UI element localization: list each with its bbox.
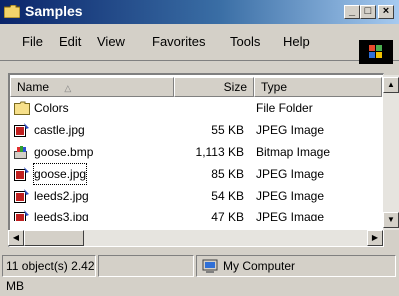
file-name: goose.bmp bbox=[34, 145, 94, 159]
minimize-button[interactable]: _ bbox=[344, 5, 360, 19]
menu-help[interactable]: Help bbox=[283, 24, 310, 60]
file-size: 1,113 KB bbox=[195, 145, 244, 159]
column-header-size[interactable]: Size bbox=[174, 77, 254, 97]
scroll-left-button[interactable]: ◀ bbox=[8, 230, 24, 246]
sort-ascending-icon: △ bbox=[64, 83, 72, 93]
list-item[interactable]: Colors File Folder bbox=[10, 98, 378, 118]
file-size: 54 KB bbox=[211, 189, 244, 203]
scroll-down-button[interactable]: ▼ bbox=[383, 212, 399, 228]
status-zone: My Computer bbox=[196, 255, 396, 277]
jpeg-icon bbox=[14, 189, 29, 203]
status-spacer bbox=[98, 255, 194, 277]
column-header-type[interactable]: Type bbox=[254, 77, 382, 97]
vertical-scrollbar[interactable] bbox=[383, 75, 399, 230]
jpeg-icon bbox=[14, 167, 29, 181]
folder-icon bbox=[14, 101, 30, 115]
file-type: JPEG Image bbox=[256, 123, 325, 137]
list-item[interactable]: goose.jpg 85 KB JPEG Image bbox=[10, 163, 378, 185]
list-item[interactable]: leeds3.jpg 47 KB JPEG Image bbox=[10, 207, 378, 221]
file-name: leeds3.jpg bbox=[34, 210, 89, 221]
horizontal-scroll-thumb[interactable] bbox=[24, 230, 84, 246]
status-count-text: 11 object(s) bbox=[6, 259, 68, 273]
file-size: 47 KB bbox=[211, 210, 244, 221]
file-type: JPEG Image bbox=[256, 189, 325, 203]
menu-view[interactable]: View bbox=[97, 24, 125, 60]
close-button[interactable]: × bbox=[378, 5, 394, 19]
list-item[interactable]: goose.bmp 1,113 KB Bitmap Image bbox=[10, 142, 378, 162]
list-item[interactable]: leeds2.jpg 54 KB JPEG Image bbox=[10, 186, 378, 206]
scroll-up-button[interactable]: ▲ bbox=[383, 77, 399, 93]
column-name-label: Name bbox=[17, 80, 50, 94]
file-name: goose.jpg bbox=[32, 163, 88, 185]
file-name: castle.jpg bbox=[34, 123, 85, 137]
file-type: Bitmap Image bbox=[256, 145, 331, 159]
window-title: Samples bbox=[25, 3, 83, 19]
my-computer-icon bbox=[202, 259, 218, 273]
jpeg-icon bbox=[14, 210, 29, 221]
maximize-button[interactable]: □ bbox=[360, 5, 376, 19]
jpeg-icon bbox=[14, 123, 29, 137]
windows-logo-icon bbox=[359, 40, 393, 64]
column-size-label: Size bbox=[223, 80, 247, 94]
file-type: JPEG Image bbox=[256, 210, 325, 221]
folder-icon bbox=[4, 5, 20, 18]
menu-favorites[interactable]: Favorites bbox=[152, 24, 205, 60]
column-type-label: Type bbox=[261, 80, 288, 94]
file-size: 55 KB bbox=[211, 123, 244, 137]
menu-tools[interactable]: Tools bbox=[230, 24, 260, 60]
file-name: Colors bbox=[34, 101, 69, 115]
file-type: JPEG Image bbox=[256, 167, 325, 181]
file-type: File Folder bbox=[256, 101, 313, 115]
column-header-name[interactable]: Name △ bbox=[10, 77, 174, 97]
bitmap-icon bbox=[14, 146, 27, 159]
list-item[interactable]: castle.jpg 55 KB JPEG Image bbox=[10, 120, 378, 140]
scroll-right-button[interactable]: ▶ bbox=[367, 230, 383, 246]
status-object-count: 11 object(s) 2.42 MB bbox=[2, 255, 96, 293]
menu-file[interactable]: File bbox=[22, 24, 43, 60]
file-name: leeds2.jpg bbox=[34, 189, 89, 203]
menu-edit[interactable]: Edit bbox=[59, 24, 81, 60]
file-size: 85 KB bbox=[211, 167, 244, 181]
status-zone-text: My Computer bbox=[223, 259, 296, 273]
